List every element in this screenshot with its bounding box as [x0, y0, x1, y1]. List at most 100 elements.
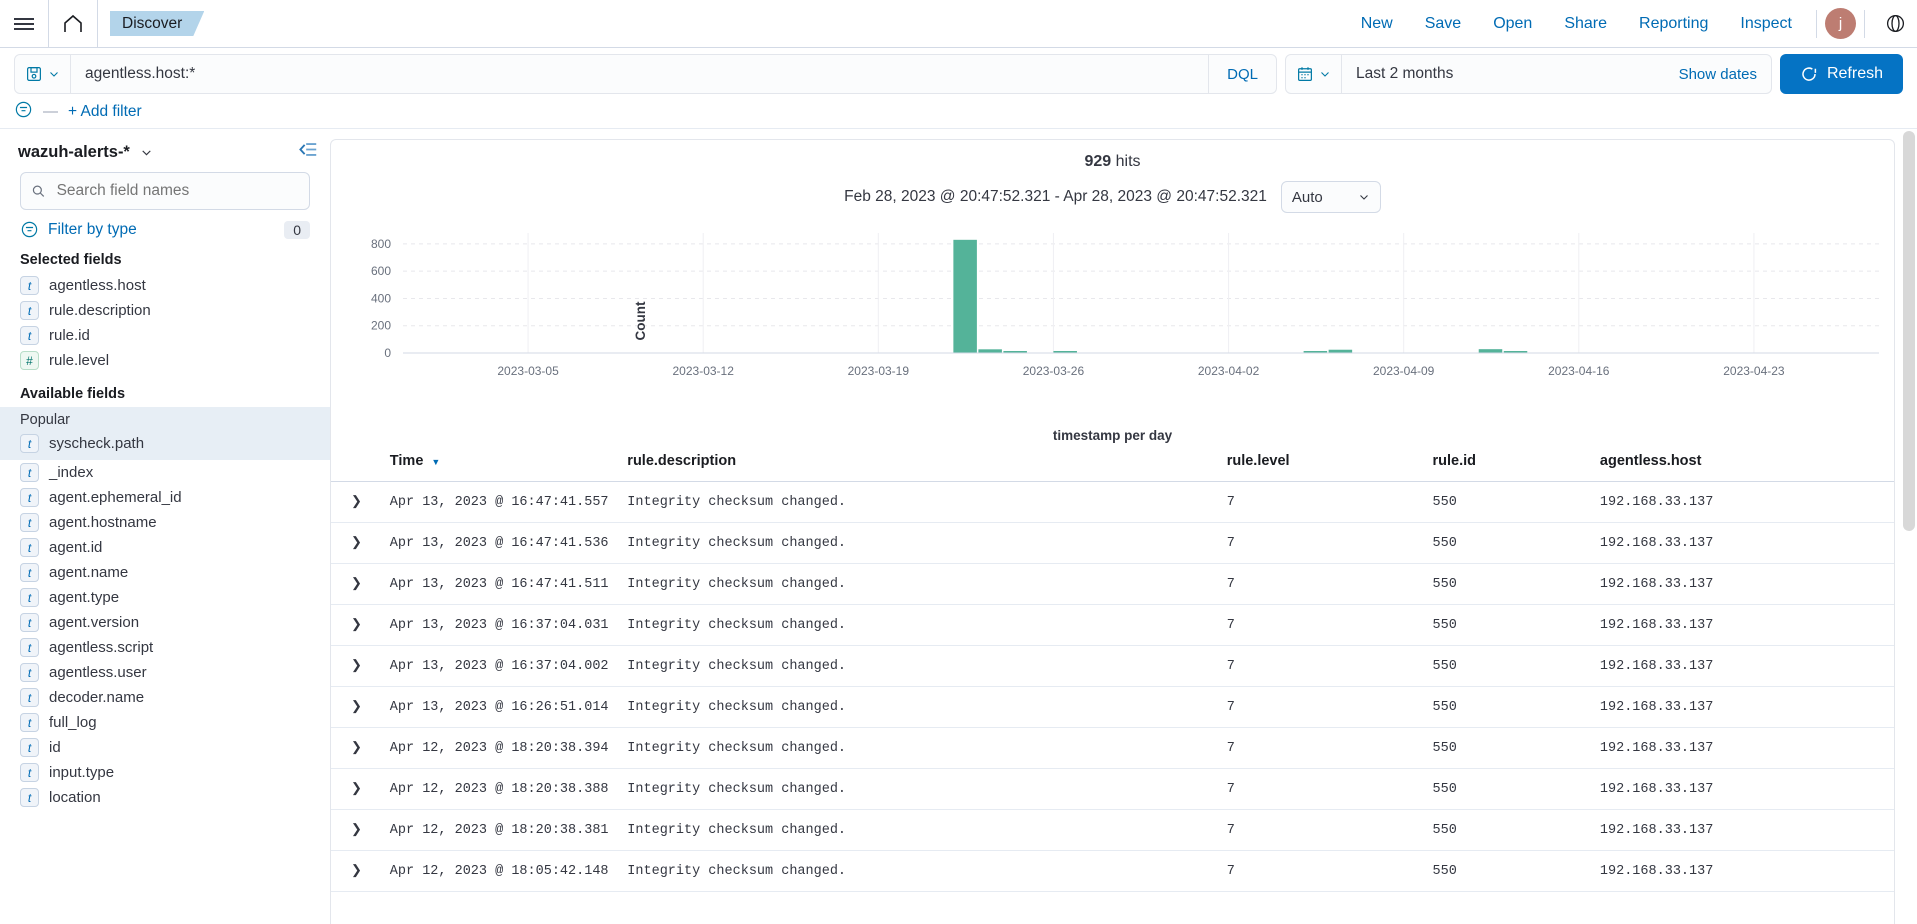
expand-row-icon[interactable]: ❯	[331, 781, 362, 796]
field-item-location[interactable]: t location	[0, 785, 330, 810]
expand-row-icon[interactable]: ❯	[331, 658, 362, 673]
expand-cell[interactable]: ❯	[331, 563, 390, 605]
table-row[interactable]: ❯ Apr 12, 2023 @ 18:20:38.394 Integrity ch…	[331, 727, 1894, 769]
field-item-agent-ephemeral-id[interactable]: t agent.ephemeral_id	[0, 485, 330, 510]
filter-by-type-label: Filter by type	[48, 220, 137, 238]
top-header: Discover New Save Open Share Reporting I…	[0, 0, 1917, 48]
open-button[interactable]: Open	[1477, 15, 1548, 33]
expand-cell[interactable]: ❯	[331, 604, 390, 646]
expand-cell[interactable]: ❯	[331, 645, 390, 687]
body: wazuh-alerts-* Filter by type 0 Selected…	[0, 129, 1917, 924]
table-header-row: Time ▼ rule.description rule.level rule.…	[331, 443, 1894, 482]
expand-row-icon[interactable]: ❯	[331, 535, 362, 550]
field-item-agent-version[interactable]: t agent.version	[0, 610, 330, 635]
field-item-agentless-host[interactable]: t agentless.host	[0, 273, 330, 298]
table-row[interactable]: ❯ Apr 13, 2023 @ 16:37:04.002 Integrity ch…	[331, 645, 1894, 687]
field-item-agent-hostname[interactable]: t agent.hostname	[0, 510, 330, 535]
histogram-chart[interactable]: 0 200 400 600 800 2023-03-05 2023-03-12 2023-03…	[331, 225, 1894, 420]
table-row[interactable]: ❯ Apr 13, 2023 @ 16:47:41.536 Integrity ch…	[331, 522, 1894, 564]
add-filter-button[interactable]: + Add filter	[68, 103, 142, 121]
field-item-id[interactable]: t id	[0, 735, 330, 760]
expand-cell[interactable]: ❯	[331, 768, 390, 810]
cell-rule-id: 550	[1432, 686, 1600, 728]
save-button[interactable]: Save	[1409, 15, 1477, 33]
field-item-agent-id[interactable]: t agent.id	[0, 535, 330, 560]
calendar-icon[interactable]	[1286, 55, 1342, 93]
expand-cell[interactable]: ❯	[331, 686, 390, 728]
field-item-decoder-name[interactable]: t decoder.name	[0, 685, 330, 710]
filter-by-type-button[interactable]: Filter by type 0	[20, 220, 310, 239]
field-item-input-type[interactable]: t input.type	[0, 760, 330, 785]
new-button[interactable]: New	[1345, 15, 1409, 33]
expand-row-icon[interactable]: ❯	[331, 863, 362, 878]
cell-rule-id: 550	[1432, 481, 1600, 523]
expand-cell[interactable]: ❯	[331, 522, 390, 564]
cell-rule-description: Integrity checksum changed.	[627, 604, 1227, 646]
th-time[interactable]: Time ▼	[389, 443, 628, 482]
table-row[interactable]: ❯ Apr 13, 2023 @ 16:47:41.557 Integrity ch…	[331, 481, 1894, 523]
help-icon[interactable]	[1873, 13, 1917, 34]
table-row[interactable]: ❯ Apr 13, 2023 @ 16:47:41.511 Integrity ch…	[331, 563, 1894, 605]
field-item-index[interactable]: t _index	[0, 460, 330, 485]
sort-desc-icon[interactable]: ▼	[431, 457, 440, 467]
field-item-agentless-script[interactable]: t agentless.script	[0, 635, 330, 660]
expand-cell[interactable]: ❯	[331, 727, 390, 769]
collapse-sidebar-icon[interactable]	[299, 141, 318, 163]
field-item-rule-description[interactable]: t rule.description	[0, 298, 330, 323]
refresh-button[interactable]: Refresh	[1779, 54, 1903, 94]
field-type-string-icon: t	[20, 688, 39, 707]
search-input[interactable]	[71, 55, 1209, 93]
expand-row-icon[interactable]: ❯	[331, 494, 362, 509]
index-pattern-selector[interactable]: wazuh-alerts-*	[0, 139, 330, 172]
field-type-string-icon: t	[20, 738, 39, 757]
field-item-agent-name[interactable]: t agent.name	[0, 560, 330, 585]
expand-cell[interactable]: ❯	[331, 481, 390, 523]
search-field-names[interactable]	[20, 172, 310, 210]
th-rule-description[interactable]: rule.description	[627, 443, 1227, 482]
expand-row-icon[interactable]: ❯	[331, 822, 362, 837]
field-item-syscheck-path[interactable]: t syscheck.path	[0, 431, 330, 456]
interval-select[interactable]: Auto	[1280, 181, 1381, 213]
th-rule-level[interactable]: rule.level	[1226, 443, 1433, 482]
reporting-button[interactable]: Reporting	[1623, 15, 1724, 33]
field-item-full-log[interactable]: t full_log	[0, 710, 330, 735]
svg-text:600: 600	[371, 264, 391, 278]
chevron-down-icon	[1359, 195, 1368, 200]
show-dates-button[interactable]: Show dates	[1665, 55, 1771, 93]
field-item-rule-id[interactable]: t rule.id	[0, 323, 330, 348]
hamburger-icon[interactable]	[0, 0, 48, 47]
th-agentless-host[interactable]: agentless.host	[1599, 443, 1894, 482]
avatar[interactable]: j	[1825, 8, 1856, 39]
interval-value: Auto	[1291, 188, 1323, 206]
query-language-button[interactable]: DQL	[1208, 55, 1276, 93]
expand-cell[interactable]: ❯	[331, 850, 390, 892]
field-item-rule-level[interactable]: # rule.level	[0, 348, 330, 373]
search-input-fields[interactable]	[54, 181, 299, 201]
svg-text:800: 800	[371, 237, 391, 251]
filter-icon[interactable]	[14, 100, 33, 124]
popular-fields-block: Popular t syscheck.path	[0, 407, 330, 460]
inspect-button[interactable]: Inspect	[1724, 15, 1808, 33]
share-button[interactable]: Share	[1548, 15, 1623, 33]
th-rule-id[interactable]: rule.id	[1432, 443, 1600, 482]
expand-row-icon[interactable]: ❯	[331, 699, 362, 714]
vertical-scrollbar[interactable]	[1903, 131, 1915, 531]
date-range-label[interactable]: Last 2 months	[1342, 55, 1665, 93]
expand-row-icon[interactable]: ❯	[331, 740, 362, 755]
field-label: agent.type	[49, 589, 120, 606]
expand-row-icon[interactable]: ❯	[331, 617, 362, 632]
field-item-agentless-user[interactable]: t agentless.user	[0, 660, 330, 685]
table-row[interactable]: ❯ Apr 12, 2023 @ 18:05:42.148 Integrity ch…	[331, 850, 1894, 892]
table-row[interactable]: ❯ Apr 13, 2023 @ 16:26:51.014 Integrity ch…	[331, 686, 1894, 728]
expand-cell[interactable]: ❯	[331, 809, 390, 851]
tab-discover[interactable]: Discover	[110, 11, 204, 36]
cell-rule-description: Integrity checksum changed.	[627, 727, 1227, 769]
table-row[interactable]: ❯ Apr 13, 2023 @ 16:37:04.031 Integrity ch…	[331, 604, 1894, 646]
field-item-agent-type[interactable]: t agent.type	[0, 585, 330, 610]
expand-row-icon[interactable]: ❯	[331, 576, 362, 591]
popular-label: Popular	[20, 412, 70, 428]
table-row[interactable]: ❯ Apr 12, 2023 @ 18:20:38.381 Integrity ch…	[331, 809, 1894, 851]
table-row[interactable]: ❯ Apr 12, 2023 @ 18:20:38.388 Integrity ch…	[331, 768, 1894, 810]
home-icon[interactable]	[49, 0, 97, 47]
saved-query-button[interactable]	[15, 55, 71, 93]
